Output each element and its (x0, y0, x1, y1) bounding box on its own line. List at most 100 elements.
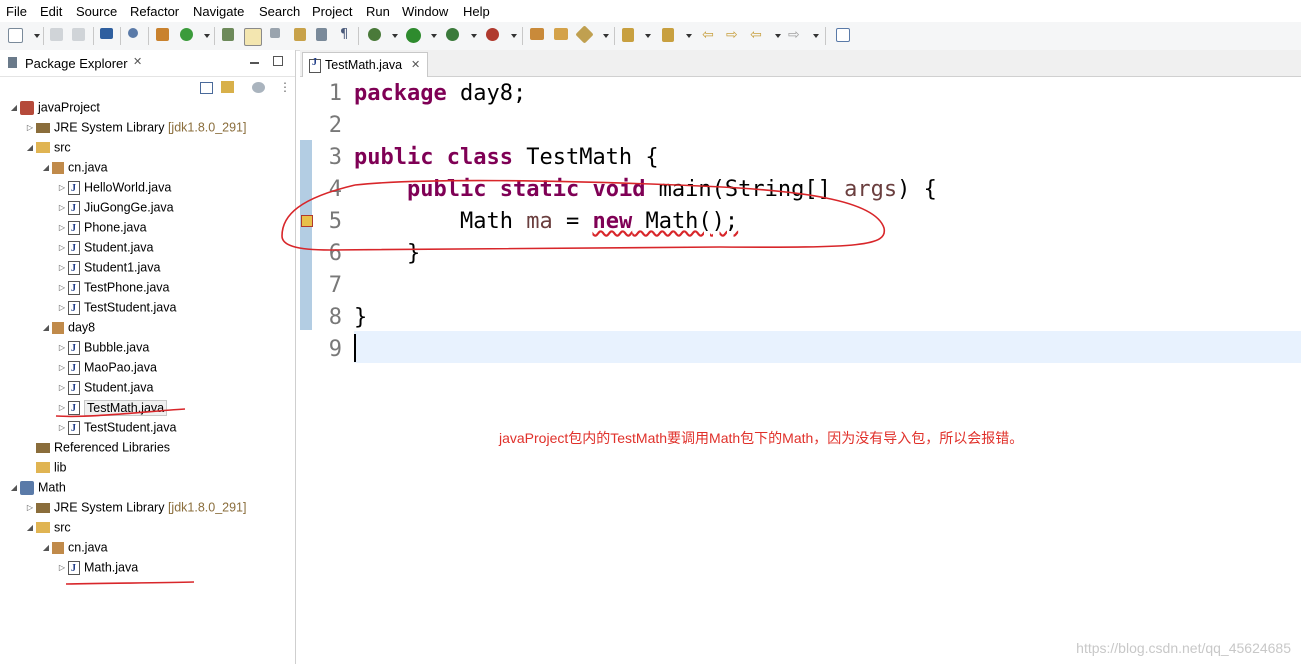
expand-arrow-icon[interactable]: ▷ (56, 238, 68, 258)
menu-file[interactable]: File (6, 4, 27, 19)
tree-item-javaproject[interactable]: ◢ javaProject (8, 97, 100, 117)
tree-item-math-project[interactable]: ◢ Math (8, 477, 66, 497)
block-selection-icon[interactable] (270, 28, 280, 38)
expand-arrow-icon[interactable]: ◢ (24, 518, 36, 538)
console-icon[interactable] (100, 28, 113, 39)
tree-item-package[interactable]: ◢ cn.java (40, 157, 108, 177)
word-wrap-icon[interactable] (294, 28, 306, 41)
tree-item-file[interactable]: ▷Student1.java (56, 257, 161, 279)
run-icon[interactable] (406, 28, 421, 43)
tree-item-math-java[interactable]: ▷Math.java (56, 557, 138, 579)
refresh-icon[interactable] (180, 28, 193, 41)
pilcrow-icon[interactable]: ¶ (340, 28, 350, 41)
tree-item-file[interactable]: ▷TestStudent.java (56, 417, 177, 439)
menu-help[interactable]: Help (463, 4, 490, 19)
tree-item-src[interactable]: ◢ src (24, 517, 71, 537)
search-icon[interactable] (128, 28, 138, 38)
tree-item-file[interactable]: ▷TestPhone.java (56, 277, 170, 299)
expand-arrow-icon[interactable]: ▷ (24, 498, 36, 518)
tree-item-file[interactable]: ▷Student.java (56, 237, 154, 259)
expand-arrow-icon[interactable]: ▷ (56, 358, 68, 378)
next-annotation-icon[interactable] (622, 28, 634, 42)
open-perspective-icon[interactable] (836, 28, 850, 42)
expand-arrow-icon[interactable]: ▷ (56, 558, 68, 578)
refresh-dropdown-icon[interactable] (204, 34, 210, 38)
view-menu-icon[interactable]: ⋮ (279, 80, 291, 94)
tree-item-lib[interactable]: lib (24, 457, 67, 477)
menu-refactor[interactable]: Refactor (130, 4, 179, 19)
tree-item-file[interactable]: ▷TestStudent.java (56, 297, 177, 319)
pencil-dropdown-icon[interactable] (603, 34, 609, 38)
collapse-all-icon[interactable] (200, 82, 213, 94)
tree-item-file[interactable]: ▷HelloWorld.java (56, 177, 171, 199)
code-editor[interactable]: TestMath.java ✕ 1 2 3 4 5 6 7 8 9 packag… (300, 50, 1301, 664)
forward-arrow-icon[interactable]: ⇨ (788, 28, 804, 44)
coverage-icon[interactable] (446, 28, 459, 41)
menu-source[interactable]: Source (76, 4, 117, 19)
run-dropdown-icon[interactable] (431, 34, 437, 38)
open-type-icon[interactable] (156, 28, 169, 41)
tree-item-package[interactable]: ◢ cn.java (40, 537, 108, 557)
tab-testmath[interactable]: TestMath.java ✕ (302, 52, 428, 77)
tree-item-file[interactable]: ▷Student.java (56, 377, 154, 399)
tree-item-file[interactable]: ▷Bubble.java (56, 337, 149, 359)
expand-arrow-icon[interactable]: ▷ (56, 378, 68, 398)
tree-item-testmath-selected[interactable]: ▷TestMath.java (56, 397, 168, 419)
expand-arrow-icon[interactable]: ▷ (56, 218, 68, 238)
menu-search[interactable]: Search (259, 4, 300, 19)
save-all-icon[interactable] (72, 28, 85, 41)
expand-arrow-icon[interactable]: ◢ (8, 98, 20, 118)
expand-arrow-icon[interactable]: ▷ (24, 118, 36, 138)
debug-icon[interactable] (368, 28, 381, 41)
close-icon[interactable]: ✕ (411, 58, 420, 71)
menu-edit[interactable]: Edit (40, 4, 62, 19)
expand-arrow-icon[interactable]: ▷ (56, 298, 68, 318)
expand-arrow-icon[interactable]: ▷ (56, 178, 68, 198)
previous-annotation-dropdown-icon[interactable] (686, 34, 692, 38)
open-folder-icon[interactable] (554, 28, 568, 40)
forward-dropdown-icon[interactable] (813, 34, 819, 38)
new-icon[interactable] (8, 28, 23, 43)
menu-project[interactable]: Project (312, 4, 352, 19)
menu-window[interactable]: Window (402, 4, 448, 19)
debug-dropdown-icon[interactable] (392, 34, 398, 38)
menu-navigate[interactable]: Navigate (193, 4, 244, 19)
link-with-editor-icon[interactable] (221, 81, 234, 93)
expand-arrow-icon[interactable]: ▷ (56, 278, 68, 298)
back-arrow-icon[interactable]: ⇦ (750, 28, 766, 44)
close-icon[interactable]: ✕ (133, 55, 142, 68)
expand-arrow-icon[interactable]: ◢ (40, 158, 52, 178)
new-dropdown-icon[interactable] (34, 34, 40, 38)
tree-item-jre-library[interactable]: ▷ JRE System Library [jdk1.8.0_291] (24, 117, 247, 138)
expand-arrow-icon[interactable]: ▷ (56, 258, 68, 278)
expand-arrow-icon[interactable]: ◢ (8, 478, 20, 498)
tree-item-file[interactable]: ▷MaoPao.java (56, 357, 157, 379)
menu-run[interactable]: Run (366, 4, 390, 19)
external-tools-icon[interactable] (486, 28, 499, 41)
expand-arrow-icon[interactable]: ▷ (56, 398, 68, 418)
back-dropdown-icon[interactable] (775, 34, 781, 38)
external-tools-dropdown-icon[interactable] (511, 34, 517, 38)
package-explorer-tab[interactable]: Package Explorer ✕ (0, 50, 295, 77)
expand-arrow-icon[interactable]: ▷ (56, 338, 68, 358)
annotation-icon[interactable] (222, 28, 234, 41)
save-icon[interactable] (50, 28, 63, 41)
tree-item-jre-library[interactable]: ▷ JRE System Library [jdk1.8.0_291] (24, 497, 247, 518)
tree-item-file[interactable]: ▷Phone.java (56, 217, 147, 239)
new-java-project-icon[interactable] (530, 28, 544, 40)
highlight-icon[interactable] (244, 28, 262, 46)
tree-item-package[interactable]: ◢ day8 (40, 317, 95, 337)
filter-icon[interactable] (252, 82, 265, 93)
expand-arrow-icon[interactable]: ◢ (40, 538, 52, 558)
tree-item-src[interactable]: ◢ src (24, 137, 71, 157)
last-edit-location-icon[interactable]: ⇦ (702, 28, 718, 44)
show-whitespace-icon[interactable] (316, 28, 327, 41)
expand-arrow-icon[interactable]: ◢ (40, 318, 52, 338)
next-annotation-dropdown-icon[interactable] (645, 34, 651, 38)
maximize-icon[interactable] (273, 56, 283, 66)
expand-arrow-icon[interactable]: ▷ (56, 418, 68, 438)
tree-item-referenced-libraries[interactable]: Referenced Libraries (24, 437, 170, 457)
expand-arrow-icon[interactable]: ▷ (56, 198, 68, 218)
pencil-icon[interactable] (575, 25, 594, 44)
previous-annotation-icon[interactable] (662, 28, 674, 42)
